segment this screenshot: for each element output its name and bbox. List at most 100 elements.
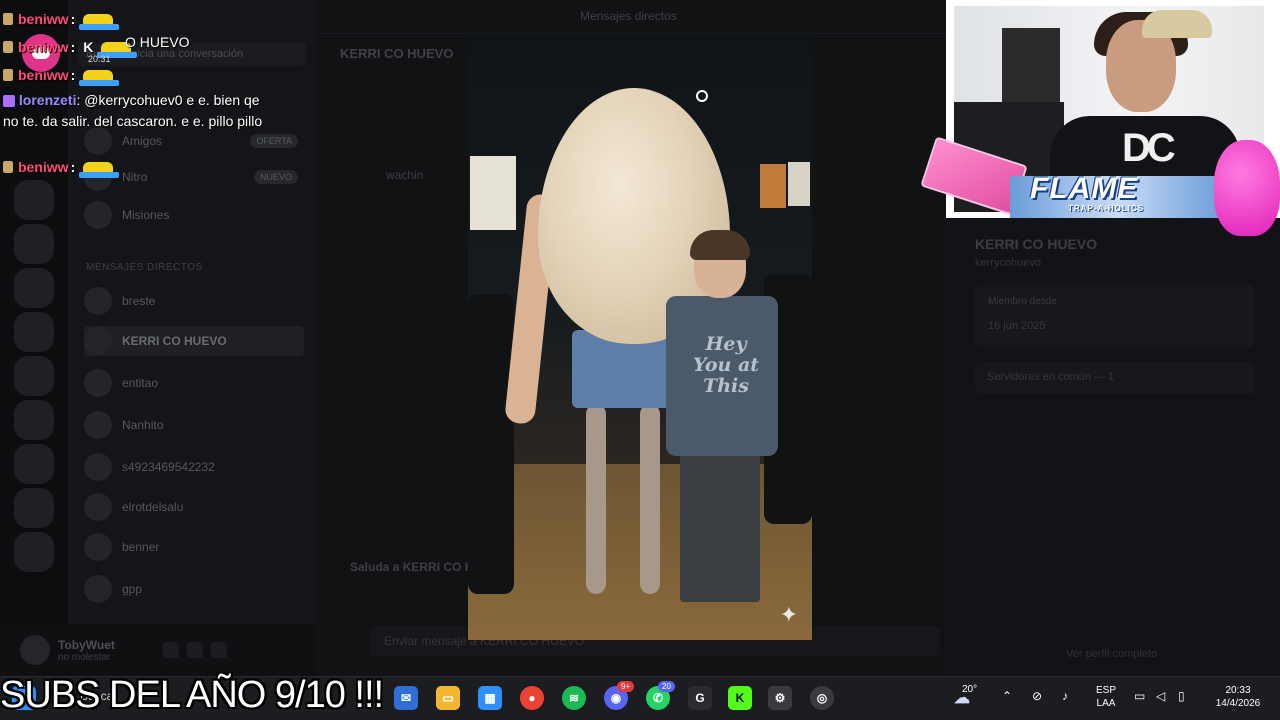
sparkle-icon: ✦ [779,602,798,627]
clock[interactable]: 20:33 14/4/2026 [1208,684,1268,710]
microphone-icon[interactable]: ♪ [1062,690,1068,703]
full-profile-link[interactable]: Ver perfil completo [1066,648,1157,660]
chevron-up-icon[interactable]: ⌃ [1002,690,1012,703]
avatar [84,575,112,603]
emote-icon [79,64,120,86]
jeans [680,452,760,602]
shirt-logo: DC [1122,126,1176,170]
server-icon[interactable] [14,180,54,220]
server-icon[interactable] [14,444,54,484]
profile-handle: kerrycohuevo [975,257,1042,269]
mutual-servers-row[interactable]: Servidores en común — 1 [975,362,1255,394]
crowd-person [468,294,514,594]
notification-prefix: K [83,39,94,55]
mail-icon[interactable]: ✉ [394,686,418,710]
settings-icon[interactable]: ⚙ [768,686,792,710]
sub-badge-icon [3,69,13,81]
ostrich-leg [640,404,660,594]
dm-item[interactable]: Nanhito [84,410,304,440]
server-icon[interactable] [14,356,54,396]
emote-icon [79,8,120,30]
chat-username: beniww [18,11,69,27]
keyboard-layout: LAA [1096,698,1116,709]
member-since-card [975,285,1255,347]
dm-item[interactable]: entitao [84,368,304,398]
dm-item-active[interactable]: KERRI CO HUEVO [84,326,304,356]
flame-title: FLAME [1030,172,1139,205]
dm-item[interactable]: elrotdelsalu [84,492,304,522]
chat-title: KERRI CO HUEVO [340,46,454,61]
store-icon[interactable]: ▦ [478,686,502,710]
language-code: ESP [1096,685,1117,696]
kick-icon[interactable]: K [728,686,752,710]
user-avatar[interactable] [20,635,50,665]
server-icon[interactable] [14,400,54,440]
chat-username: lorenzeti [18,92,77,108]
sub-badge-icon [3,161,13,173]
server-icon[interactable] [14,224,54,264]
sub-badge-icon [3,13,13,25]
user-panel: TobyWuet no molestar [0,624,316,676]
file-explorer-icon[interactable]: ▭ [436,686,460,710]
cursor-icon [696,90,708,102]
quests-icon [84,201,112,229]
server-icon[interactable] [14,312,54,352]
wall-poster [760,164,786,208]
buddha-icon [1214,140,1280,236]
ostrich-leg [586,404,606,594]
dm-item[interactable]: s4923469542232 [84,452,304,482]
member-since-value: 16 jun 2025 [988,320,1046,332]
chat-line: beniww: [3,156,120,178]
profile-name: KERRI CO HUEVO [975,236,1098,252]
network-off-icon[interactable]: ⊘ [1032,690,1042,703]
chrome-icon[interactable]: ● [520,686,544,710]
clock-date: 14/4/2026 [1215,698,1261,709]
flame-subtitle: TRAP-A-HOLICS [1068,204,1145,213]
member-since-label: Miembro desde [988,296,1057,307]
app-icon[interactable]: G [688,686,712,710]
prime-badge-icon [3,95,15,108]
hair [690,230,750,260]
window-title: Mensajes directos [580,9,677,23]
user-status: no molestar [58,651,111,663]
gear-icon[interactable] [210,642,227,658]
battery-icon[interactable]: ▯ [1178,690,1185,703]
avatar [84,287,112,315]
dm-item[interactable]: gpp [84,574,304,604]
chat-line: beniww: K [3,36,138,58]
avatar [84,327,112,355]
display-icon[interactable]: ▭ [1134,690,1145,703]
stream-chat: beniww: beniww: K O HUEVO 20:31 beniww: … [0,0,300,180]
chat-line: beniww: [3,64,120,86]
obs-icon[interactable]: ◎ [810,686,834,710]
weather-temp: 20° [962,684,978,695]
avatar [84,411,112,439]
avatar [84,493,112,521]
cap [1142,10,1212,38]
server-icon[interactable] [14,268,54,308]
notification-title: O HUEVO [125,34,190,50]
chat-line: beniww: [3,8,120,30]
spotify-icon[interactable]: ≋ [562,686,586,710]
chat-username: beniww [18,159,69,175]
username: TobyWuet [58,637,115,652]
dm-item[interactable]: benner [84,532,304,562]
mic-icon[interactable] [162,642,179,658]
language-indicator[interactable]: ESP LAA [1096,684,1116,710]
nav-item-quests[interactable]: Misiones [84,200,304,230]
chat-username: beniww [18,39,69,55]
headphones-icon[interactable] [186,642,203,658]
sub-badge-icon [3,41,13,53]
image-viewer[interactable]: Hey You at This ✦ [468,34,812,640]
whatsapp-badge: 20 [658,681,675,692]
chat-message-lorenzeti: lorenzeti: @kerrycohuev0 e e. bien qe no… [3,92,263,129]
shirt-print: Hey You at This [692,333,760,397]
server-icon[interactable] [14,532,54,572]
wall-poster [1002,28,1060,104]
volume-icon[interactable]: ◁ [1156,690,1165,703]
emote-icon [79,156,120,178]
discord-badge: 9+ [617,681,635,692]
chat-message: wachin [386,168,424,182]
dm-item[interactable]: breste [84,286,304,316]
server-icon[interactable] [14,488,54,528]
